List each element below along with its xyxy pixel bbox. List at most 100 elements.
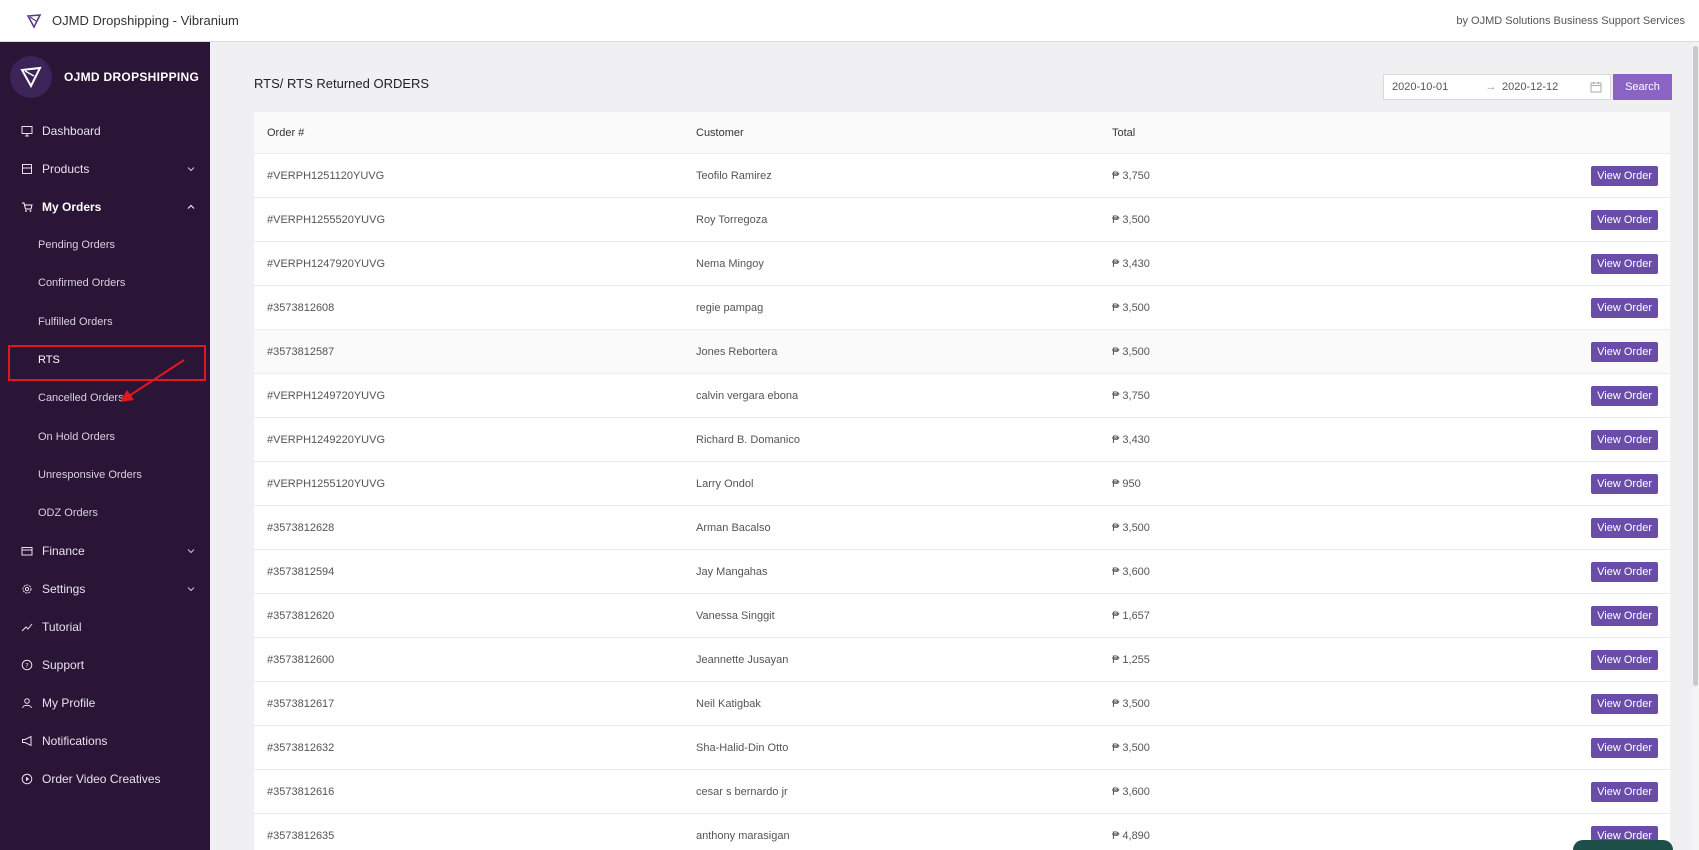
table-row: #VERPH1249720YUVG calvin vergara ebona ₱ 3… <box>254 374 1670 418</box>
table-row: #VERPH1247920YUVG Nema Mingoy ₱ 3,430 View … <box>254 242 1670 286</box>
customer-name: Sha-Halid-Din Otto <box>696 741 789 754</box>
row-actions: View Order <box>1412 517 1670 538</box>
sidebar-item-label: Dashboard <box>42 124 101 138</box>
table-row: #3573812628 Arman Bacalso ₱ 3,500 View Orde… <box>254 506 1670 550</box>
order-number: #3573812608 <box>267 301 335 314</box>
order-total: ₱ 3,500 <box>1112 213 1150 226</box>
row-actions: View Order <box>1412 473 1670 494</box>
order-number: #3573812620 <box>267 609 335 622</box>
wallet-icon <box>20 544 34 558</box>
chevron-up-icon <box>187 204 195 209</box>
chat-widget-button[interactable] <box>1573 840 1673 850</box>
view-order-button[interactable]: View Order <box>1591 737 1658 758</box>
date-from-input[interactable]: 2020-10-01 <box>1392 81 1480 93</box>
table-row: #3573812632 Sha-Halid-Din Otto ₱ 3,500 View… <box>254 726 1670 770</box>
order-number: #VERPH1249220YUVG <box>267 433 386 446</box>
order-number: #VERPH1247920YUVG <box>267 257 386 270</box>
customer-name: Richard B. Domanico <box>696 433 800 446</box>
sidebar-item-label: Order Video Creatives <box>42 772 161 787</box>
view-order-button[interactable]: View Order <box>1591 253 1658 274</box>
sidebar-item-support[interactable]: ? Support <box>0 646 210 684</box>
order-number: #VERPH1255120YUVG <box>267 477 386 490</box>
order-total: ₱ 950 <box>1112 477 1141 490</box>
sidebar-subitem-rts[interactable]: RTS <box>0 341 210 379</box>
customer-name: Jones Rebortera <box>696 345 778 358</box>
gear-icon <box>20 582 34 596</box>
row-actions: View Order <box>1412 561 1670 582</box>
play-icon <box>20 772 34 786</box>
order-total: ₱ 1,657 <box>1112 609 1150 622</box>
table-row: #3573812594 Jay Mangahas ₱ 3,600 View Order <box>254 550 1670 594</box>
customer-name: anthony marasigan <box>696 829 790 842</box>
sidebar-subitem-fulfilled-orders[interactable]: Fulfilled Orders <box>0 303 210 341</box>
sidebar-subitem-on-hold-orders[interactable]: On Hold Orders <box>0 417 210 455</box>
sidebar-item-notifications[interactable]: Notifications <box>0 722 210 760</box>
order-number: #VERPH1249720YUVG <box>267 389 386 402</box>
sidebar-item-label: Finance <box>42 544 85 559</box>
date-range-picker[interactable]: 2020-10-01 → 2020-12-12 <box>1383 74 1611 100</box>
order-total: ₱ 1,255 <box>1112 653 1150 666</box>
row-actions: View Order <box>1412 649 1670 670</box>
row-actions: View Order <box>1412 605 1670 626</box>
brand-logo-icon <box>10 56 52 98</box>
sidebar-item-tutorial[interactable]: Tutorial <box>0 608 210 646</box>
sidebar-item-my-orders[interactable]: My Orders <box>0 188 210 226</box>
table-row: #VERPH1251120YUVG Teofilo Ramirez ₱ 3,750 V… <box>254 154 1670 198</box>
sidebar: OJMD DROPSHIPPING Dashboard Products My … <box>0 42 210 850</box>
sidebar-item-products[interactable]: Products <box>0 150 210 188</box>
sidebar-item-settings[interactable]: Settings <box>0 570 210 608</box>
table-body: #VERPH1251120YUVG Teofilo Ramirez ₱ 3,750 V… <box>254 154 1670 850</box>
view-order-button[interactable]: View Order <box>1591 517 1658 538</box>
view-order-button[interactable]: View Order <box>1591 605 1658 626</box>
column-header-total: Total <box>1112 126 1136 139</box>
app-title: OJMD Dropshipping - Vibranium <box>52 13 239 28</box>
table-row: #VERPH1255120YUVG Larry Ondol ₱ 950 View Or… <box>254 462 1670 506</box>
view-order-button[interactable]: View Order <box>1591 165 1658 186</box>
sidebar-subitem-confirmed-orders[interactable]: Confirmed Orders <box>0 264 210 302</box>
page-scrollbar[interactable] <box>1692 42 1699 850</box>
view-order-button[interactable]: View Order <box>1591 297 1658 318</box>
cart-icon <box>20 200 34 214</box>
row-actions: View Order <box>1412 429 1670 450</box>
row-actions: View Order <box>1412 297 1670 318</box>
order-total: ₱ 3,430 <box>1112 257 1150 270</box>
svg-text:?: ? <box>25 662 28 670</box>
view-order-button[interactable]: View Order <box>1591 561 1658 582</box>
order-number: #3573812635 <box>267 829 335 842</box>
sidebar-subitem-unresponsive-orders[interactable]: Unresponsive Orders <box>0 456 210 494</box>
order-number: #VERPH1251120YUVG <box>267 169 385 182</box>
sidebar-item-dashboard[interactable]: Dashboard <box>0 112 210 150</box>
date-to-input[interactable]: 2020-12-12 <box>1502 81 1590 93</box>
sidebar-subitem-cancelled-orders[interactable]: Cancelled Orders <box>0 379 210 417</box>
view-order-button[interactable]: View Order <box>1591 429 1658 450</box>
sidebar-item-my-profile[interactable]: My Profile <box>0 684 210 722</box>
view-order-button[interactable]: View Order <box>1591 781 1658 802</box>
view-order-button[interactable]: View Order <box>1591 473 1658 494</box>
sidebar-item-finance[interactable]: Finance <box>0 532 210 570</box>
table-row: #3573812635 anthony marasigan ₱ 4,890 View … <box>254 814 1670 850</box>
order-total: ₱ 3,500 <box>1112 741 1150 754</box>
sidebar-item-label: Tutorial <box>42 620 82 635</box>
sidebar-subitem-pending-orders[interactable]: Pending Orders <box>0 226 210 264</box>
orders-table: Order # Customer Total #VERPH1251120YUVG… <box>254 112 1670 850</box>
view-order-button[interactable]: View Order <box>1591 649 1658 670</box>
order-total: ₱ 3,750 <box>1112 169 1150 182</box>
customer-name: Arman Bacalso <box>696 521 771 534</box>
table-row: #3573812620 Vanessa Singgit ₱ 1,657 View Or… <box>254 594 1670 638</box>
row-actions: View Order <box>1412 781 1670 802</box>
view-order-button[interactable]: View Order <box>1591 209 1658 230</box>
view-order-button[interactable]: View Order <box>1591 341 1658 362</box>
sidebar-item-order-video-creatives[interactable]: Order Video Creatives <box>0 760 210 798</box>
sidebar-nav: Dashboard Products My Orders Pending Ord… <box>0 112 210 798</box>
order-number: #3573812617 <box>267 697 335 710</box>
table-row: #VERPH1255520YUVG Roy Torregoza ₱ 3,500 Vie… <box>254 198 1670 242</box>
scrollbar-thumb[interactable] <box>1693 46 1698 686</box>
customer-name: Jay Mangahas <box>696 565 768 578</box>
trend-icon <box>20 620 34 634</box>
search-button[interactable]: Search <box>1613 74 1672 100</box>
view-order-button[interactable]: View Order <box>1591 693 1658 714</box>
sidebar-subitem-odz-orders[interactable]: ODZ Orders <box>0 494 210 532</box>
brand[interactable]: OJMD DROPSHIPPING <box>0 42 210 112</box>
table-header: Order # Customer Total <box>254 112 1670 154</box>
view-order-button[interactable]: View Order <box>1591 385 1658 406</box>
